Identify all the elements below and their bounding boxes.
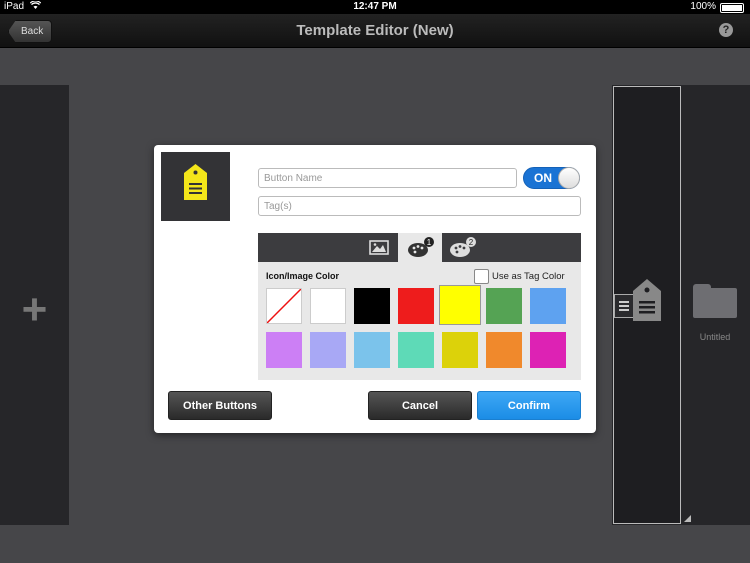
tag-preview-icon (184, 164, 207, 200)
battery-percentage: 100% (690, 1, 716, 12)
icon-preview[interactable] (161, 152, 230, 221)
toggle-label: ON (534, 171, 552, 185)
drag-handle-icon[interactable] (614, 294, 634, 318)
color-swatch[interactable] (398, 288, 434, 324)
button-name-input[interactable]: Button Name (258, 168, 517, 188)
resize-corner-icon[interactable] (684, 515, 691, 522)
use-tag-color-label: Use as Tag Color (492, 271, 565, 282)
tab-palette-1[interactable]: 1 (398, 233, 442, 262)
battery-icon (720, 3, 744, 13)
color-swatch[interactable] (442, 332, 478, 368)
use-tag-color-checkbox[interactable] (474, 269, 489, 284)
tags-input[interactable]: Tag(s) (258, 196, 581, 216)
color-swatch[interactable] (310, 332, 346, 368)
tab-bar: 1 2 (258, 233, 581, 262)
toggle-knob (558, 167, 580, 189)
confirm-button[interactable]: Confirm (477, 391, 581, 420)
color-swatch[interactable] (486, 332, 522, 368)
clock: 12:47 PM (353, 1, 397, 12)
status-bar: iPad 12:47 PM 100% (0, 0, 750, 14)
button-editor-dialog: Button Name ON Tag(s) 1 2 Icon/Image Col… (154, 145, 596, 433)
swatch-no-color[interactable] (266, 288, 302, 324)
palette-2-badge: 2 (469, 238, 474, 247)
image-icon (369, 240, 389, 255)
color-swatch[interactable] (266, 332, 302, 368)
color-swatch[interactable] (486, 288, 522, 324)
palette-1-badge: 1 (427, 238, 432, 247)
color-swatch[interactable] (398, 332, 434, 368)
navigation-bar: Back Template Editor (New) ? (0, 14, 750, 48)
color-swatch[interactable] (354, 288, 390, 324)
palette-1-icon: 1 (408, 237, 434, 257)
tag-icon[interactable] (632, 279, 662, 326)
color-swatch[interactable] (310, 288, 346, 324)
add-icon[interactable]: + (0, 285, 69, 335)
folder-label: Untitled (699, 332, 731, 342)
color-swatch[interactable] (439, 285, 481, 325)
color-panel: Icon/Image Color Use as Tag Color (258, 262, 581, 380)
on-off-toggle[interactable]: ON (523, 167, 580, 189)
left-panel: + (0, 85, 69, 525)
color-title: Icon/Image Color (266, 271, 340, 281)
help-icon[interactable]: ? (719, 23, 733, 37)
tab-image[interactable] (357, 233, 401, 262)
color-swatch[interactable] (530, 288, 566, 324)
other-buttons-button[interactable]: Other Buttons (168, 391, 272, 420)
color-swatch[interactable] (530, 332, 566, 368)
tab-palette-2[interactable]: 2 (440, 233, 484, 262)
cancel-button[interactable]: Cancel (368, 391, 472, 420)
page-title: Template Editor (New) (296, 22, 454, 39)
palette-2-icon: 2 (450, 237, 476, 257)
folder-icon[interactable] (693, 284, 737, 318)
color-swatch[interactable] (354, 332, 390, 368)
